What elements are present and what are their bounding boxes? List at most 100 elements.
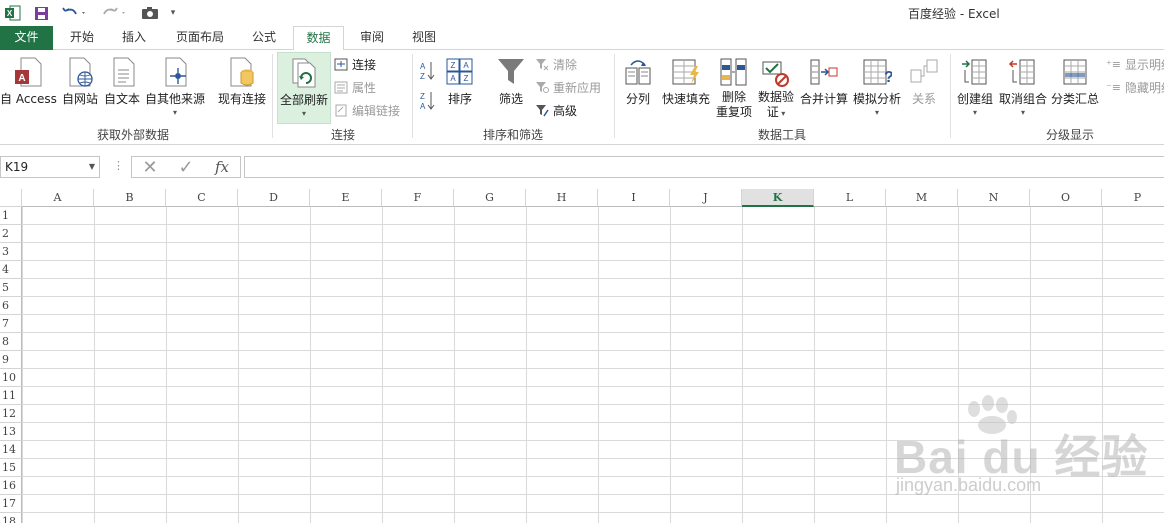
data-validation-button[interactable]: 数据验 证 ▾ xyxy=(756,56,796,121)
clear-filter-button[interactable]: 清除 xyxy=(535,56,577,73)
what-if-label: 模拟分析 xyxy=(852,92,901,106)
save-icon[interactable] xyxy=(32,3,50,23)
existing-connections-button[interactable]: 现有连接 xyxy=(215,56,269,107)
row-header-7[interactable]: 7 xyxy=(0,315,22,333)
edit-links-button[interactable]: 编辑链接 xyxy=(334,102,400,119)
sort-ascending-button[interactable]: AZ xyxy=(418,60,438,85)
edit-links-icon xyxy=(335,104,347,117)
tab-view[interactable]: 视图 xyxy=(402,26,446,50)
tab-data[interactable]: 数据 xyxy=(293,26,344,51)
row-header-16[interactable]: 16 xyxy=(0,477,22,495)
show-detail-button[interactable]: ⁺≡ 显示明细 xyxy=(1106,56,1164,73)
column-header-b[interactable]: B xyxy=(94,189,166,207)
row-header-6[interactable]: 6 xyxy=(0,297,22,315)
tab-review[interactable]: 审阅 xyxy=(350,26,394,50)
tab-file[interactable]: 文件 xyxy=(0,26,53,50)
column-header-n[interactable]: N xyxy=(958,189,1030,207)
column-header-k[interactable]: K xyxy=(742,189,814,207)
consolidate-button[interactable]: 合并计算 xyxy=(798,56,850,107)
ribbon-tabs: 文件 开始 插入 页面布局 公式 数据 审阅 视图 xyxy=(0,26,1164,51)
row-header-4[interactable]: 4 xyxy=(0,261,22,279)
customize-qat-icon[interactable]: ▾ xyxy=(166,3,180,23)
row-header-18[interactable]: 18 xyxy=(0,513,22,523)
from-other-sources-label: 自其他来源 xyxy=(144,92,205,106)
advanced-filter-button[interactable]: 高级 xyxy=(535,102,577,119)
row-header-1[interactable]: 1 xyxy=(0,207,22,225)
from-other-sources-button[interactable]: 自其他来源 ▾ xyxy=(143,56,207,117)
column-header-h[interactable]: H xyxy=(526,189,598,207)
formula-input[interactable] xyxy=(244,156,1164,178)
camera-icon[interactable] xyxy=(140,3,160,23)
row-header-17[interactable]: 17 xyxy=(0,495,22,513)
flash-fill-button[interactable]: 快速填充 xyxy=(660,56,712,107)
column-header-e[interactable]: E xyxy=(310,189,382,207)
advanced-filter-icon xyxy=(536,105,549,117)
data-validation-label-2: 证 xyxy=(766,105,779,119)
what-if-analysis-button[interactable]: ? 模拟分析 ▾ xyxy=(852,56,902,117)
ungroup-button[interactable]: 取消组合 ▾ xyxy=(998,56,1048,117)
column-header-p[interactable]: P xyxy=(1102,189,1164,207)
undo-icon[interactable] xyxy=(60,3,90,23)
subtotal-button[interactable]: 分类汇总 xyxy=(1050,56,1100,107)
tab-formulas[interactable]: 公式 xyxy=(242,26,286,50)
refresh-all-button[interactable]: 全部刷新 ▾ xyxy=(277,52,331,124)
from-access-label: 自 Access xyxy=(0,92,57,106)
row-header-13[interactable]: 13 xyxy=(0,423,22,441)
row-header-15[interactable]: 15 xyxy=(0,459,22,477)
consolidate-icon xyxy=(810,59,838,85)
from-web-button[interactable]: 自网站 xyxy=(60,56,100,107)
reapply-button[interactable]: 重新应用 xyxy=(535,79,601,96)
row-header-12[interactable]: 12 xyxy=(0,405,22,423)
column-header-c[interactable]: C xyxy=(166,189,238,207)
name-box[interactable]: K19 ▼ xyxy=(0,156,100,178)
row-header-5[interactable]: 5 xyxy=(0,279,22,297)
group-label-connections: 连接 xyxy=(330,128,355,142)
row-header-14[interactable]: 14 xyxy=(0,441,22,459)
cancel-icon[interactable]: ✕ xyxy=(132,157,168,178)
row-header-11[interactable]: 11 xyxy=(0,387,22,405)
svg-text:A: A xyxy=(420,102,426,111)
column-header-j[interactable]: J xyxy=(670,189,742,207)
properties-button[interactable]: 属性 xyxy=(334,79,376,96)
column-header-d[interactable]: D xyxy=(238,189,310,207)
row-header-2[interactable]: 2 xyxy=(0,225,22,243)
column-header-m[interactable]: M xyxy=(886,189,958,207)
from-text-button[interactable]: 自文本 xyxy=(102,56,142,107)
tab-home[interactable]: 开始 xyxy=(60,26,104,50)
sort-descending-button[interactable]: ZA xyxy=(418,90,438,115)
enter-icon[interactable]: ✓ xyxy=(168,157,204,178)
redo-icon[interactable] xyxy=(100,3,130,23)
formula-buttons: ✕ ✓ fx xyxy=(131,156,241,178)
group-label-sort-filter: 排序和筛选 xyxy=(482,128,543,142)
column-header-l[interactable]: L xyxy=(814,189,886,207)
sort-button[interactable]: ZAAZ 排序 xyxy=(444,56,476,107)
from-access-button[interactable]: A 自 Access xyxy=(0,56,57,107)
chevron-down-icon: ▾ xyxy=(1020,108,1025,117)
ribbon-data: A 自 Access 自网站 自文本 自其他来源 ▾ 现有连接 获取外部数据 全… xyxy=(0,50,1164,145)
row-header-10[interactable]: 10 xyxy=(0,369,22,387)
row-header-8[interactable]: 8 xyxy=(0,333,22,351)
formula-bar-resize-handle[interactable]: ⋮ xyxy=(113,159,124,172)
tab-insert[interactable]: 插入 xyxy=(112,26,156,50)
chevron-down-icon[interactable]: ▼ xyxy=(89,157,95,177)
refresh-all-label: 全部刷新 xyxy=(279,93,328,107)
text-to-columns-button[interactable]: 分列 xyxy=(620,56,656,107)
column-header-o[interactable]: O xyxy=(1030,189,1102,207)
select-all-button[interactable] xyxy=(0,189,22,207)
group-separator xyxy=(950,54,951,138)
insert-function-icon[interactable]: fx xyxy=(204,158,240,176)
tab-page-layout[interactable]: 页面布局 xyxy=(168,26,232,50)
column-header-i[interactable]: I xyxy=(598,189,670,207)
remove-duplicates-button[interactable]: 删除 重复项 xyxy=(714,56,754,120)
row-header-3[interactable]: 3 xyxy=(0,243,22,261)
hide-detail-button[interactable]: ⁻≡ 隐藏明细 xyxy=(1106,79,1164,96)
row-header-9[interactable]: 9 xyxy=(0,351,22,369)
column-header-f[interactable]: F xyxy=(382,189,454,207)
group-button[interactable]: 创建组 ▾ xyxy=(954,56,996,117)
column-header-g[interactable]: G xyxy=(454,189,526,207)
filter-button[interactable]: 筛选 xyxy=(494,56,528,107)
connections-button[interactable]: 连接 xyxy=(334,56,376,73)
svg-text:Z: Z xyxy=(451,61,456,70)
column-header-a[interactable]: A xyxy=(22,189,94,207)
relationships-button[interactable]: 关系 xyxy=(904,56,944,107)
